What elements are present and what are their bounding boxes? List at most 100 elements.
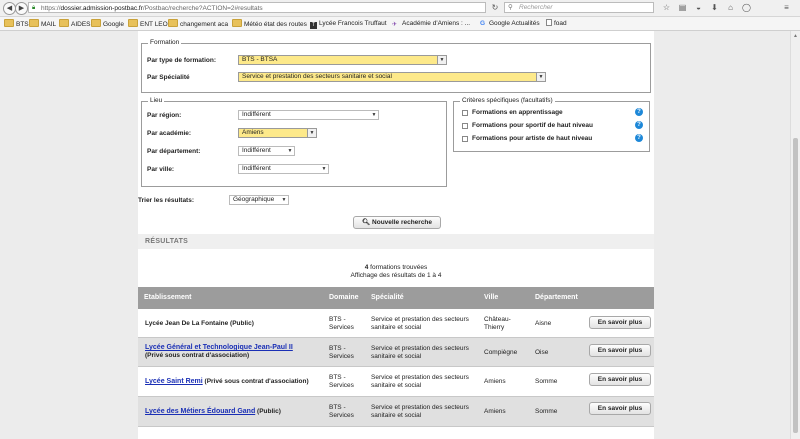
results-count: 4 formations trouvées: [138, 264, 654, 271]
etablissement-link[interactable]: Lycée Saint Remi: [145, 378, 203, 385]
table-row: Lycée des Métiers Édouard Gand (Public) …: [138, 397, 654, 427]
region-label: Par région:: [147, 112, 182, 119]
scroll-up-icon[interactable]: ▲: [793, 33, 798, 39]
region-select[interactable]: Indifférent ▼: [238, 110, 379, 120]
academie-select[interactable]: Amiens ▼: [238, 128, 317, 138]
more-info-button[interactable]: En savoir plus: [589, 316, 651, 329]
criteres-fieldset: Critères spécifiques (facultatifs) Forma…: [453, 97, 650, 152]
home-icon[interactable]: ⌂: [725, 2, 736, 13]
browser-toolbar: ◀ ▶ 🔒︎ https://dossier.admission-postbac…: [0, 0, 800, 17]
table-row: Lycée Jean De La Fontaine (Public) BTS -…: [138, 309, 654, 338]
ville-cell: Compiègne: [484, 349, 518, 356]
etablissement-name: Lycée Jean De La Fontaine: [145, 320, 229, 327]
folder-icon: [91, 19, 101, 27]
etablissement-status: (Privé sous contrat d'association): [204, 378, 309, 385]
page-background: Formation Par type de formation: BTS - B…: [0, 31, 790, 439]
apprentissage-checkbox[interactable]: [462, 110, 468, 116]
specialite-cell: Service et prestation des secteurs sanita…: [371, 374, 469, 389]
menu-icon[interactable]: ≡: [781, 2, 792, 13]
ville-cell: Amiens: [484, 378, 506, 385]
col-departement: Département: [535, 294, 578, 301]
page-scrollbar[interactable]: ▲: [790, 31, 800, 439]
specialite-select[interactable]: Service et prestation des secteurs sanit…: [238, 72, 546, 82]
ville-label: Par ville:: [147, 166, 175, 173]
url-path: /Postbac/recherche?ACTION=2#resultats: [142, 5, 263, 12]
url-field[interactable]: 🔒︎ https://dossier.admission-postbac.fr/…: [28, 2, 486, 13]
scroll-thumb[interactable]: [793, 138, 798, 433]
bookmark-lycee-truffaut[interactable]: T Lycée Francois Truffaut: [310, 19, 387, 29]
bookmarks-bar: BTS MAIL AIDES Google ENT LEO changement…: [0, 17, 800, 31]
type-formation-label: Par type de formation:: [147, 57, 216, 64]
folder-icon: [128, 19, 138, 27]
bookmark-google-actualites[interactable]: G Google Actualités: [480, 19, 540, 28]
bookmark-meteo[interactable]: Météo état des routes: [232, 19, 307, 28]
sort-label: Trier les résultats:: [138, 197, 194, 204]
departement-select[interactable]: Indifférent ▼: [238, 146, 295, 156]
ville-select[interactable]: Indifférent ▼: [238, 164, 329, 174]
criteres-legend: Critères spécifiques (facultatifs): [460, 97, 555, 104]
etablissement-link[interactable]: Lycée des Métiers Édouard Gand: [145, 408, 255, 415]
artiste-checkbox[interactable]: [462, 136, 468, 142]
search-placeholder: Rechercher: [519, 4, 553, 11]
results-title: RÉSULTATS: [145, 238, 189, 245]
ville-cell: Amiens: [484, 408, 506, 415]
ville-cell: Château- Thierry: [484, 316, 511, 331]
results-header: RÉSULTATS: [138, 234, 654, 249]
forward-button[interactable]: ▶: [15, 2, 28, 15]
reading-list-icon[interactable]: ▤: [677, 2, 688, 13]
folder-icon: [4, 19, 14, 27]
artiste-label: Formations pour artiste de haut niveau: [472, 135, 593, 142]
departement-cell: Somme: [535, 408, 558, 415]
etablissement-status: (Public): [230, 320, 254, 327]
apprentissage-label: Formations en apprentissage: [472, 109, 563, 116]
new-search-button[interactable]: 🔍︎ Nouvelle recherche: [353, 216, 441, 229]
bookmark-star-icon[interactable]: ☆: [661, 2, 672, 13]
bookmark-google[interactable]: Google: [91, 19, 124, 28]
academie-icon: ✈: [392, 22, 398, 28]
lieu-legend: Lieu: [148, 97, 165, 104]
sportif-label: Formations pour sportif de haut niveau: [472, 122, 593, 129]
help-icon[interactable]: ?: [635, 108, 643, 116]
col-etablissement: Etablissement: [144, 294, 192, 301]
bookmark-bts[interactable]: BTS: [4, 19, 29, 28]
pocket-icon[interactable]: ◒: [693, 2, 704, 13]
table-row: Lycée Saint Remi (Privé sous contrat d'a…: [138, 367, 654, 397]
help-icon[interactable]: ?: [635, 134, 643, 142]
page-icon: [546, 19, 552, 26]
google-icon: G: [480, 20, 486, 27]
chevron-down-icon: ▼: [321, 166, 327, 172]
search-content: Formation Par type de formation: BTS - B…: [138, 31, 654, 439]
etablissement-cell: Lycée Saint Remi (Privé sous contrat d'a…: [145, 378, 309, 386]
search-icon: ⚲: [508, 4, 513, 11]
folder-icon: [168, 19, 178, 27]
folder-icon: [59, 19, 69, 27]
search-input[interactable]: ⚲ Rechercher: [504, 2, 654, 13]
etablissement-status: (Privé sous contrat d'association): [145, 352, 250, 359]
more-info-button[interactable]: En savoir plus: [589, 402, 651, 415]
type-formation-select[interactable]: BTS - BTSA ▼: [238, 55, 447, 65]
more-info-button[interactable]: En savoir plus: [589, 373, 651, 386]
reload-icon[interactable]: ↻: [488, 2, 502, 13]
chat-icon[interactable]: ◯: [741, 2, 752, 13]
help-icon[interactable]: ?: [635, 121, 643, 129]
sort-select[interactable]: Géographique ▼: [229, 195, 289, 205]
bookmark-ent-leo[interactable]: ENT LEO: [128, 19, 168, 28]
sportif-checkbox[interactable]: [462, 123, 468, 129]
departement-cell: Oise: [535, 349, 549, 356]
etablissement-link[interactable]: Lycée Général et Technologique Jean-Paul…: [145, 344, 293, 351]
col-specialite: Spécialité: [371, 294, 404, 301]
academie-label: Par académie:: [147, 130, 192, 137]
bookmark-academie-amiens[interactable]: ✈ Académie d'Amiens : ...: [392, 19, 470, 28]
domaine-cell: BTS - Services: [329, 404, 354, 419]
formation-legend: Formation: [148, 39, 182, 46]
domaine-cell: BTS - Services: [329, 374, 354, 389]
bookmark-aides[interactable]: AIDES: [59, 19, 91, 28]
download-icon[interactable]: ⬇: [709, 2, 720, 13]
folder-icon: [29, 19, 39, 27]
table-header: Etablissement Domaine Spécialité Ville D…: [138, 287, 654, 309]
more-info-button[interactable]: En savoir plus: [589, 344, 651, 357]
bookmark-foad[interactable]: foad: [546, 19, 567, 28]
bookmark-mail[interactable]: MAIL: [29, 19, 56, 28]
bookmark-changement-aca[interactable]: changement aca: [168, 19, 228, 28]
url-domain: dossier.admission-postbac.fr: [60, 5, 143, 12]
